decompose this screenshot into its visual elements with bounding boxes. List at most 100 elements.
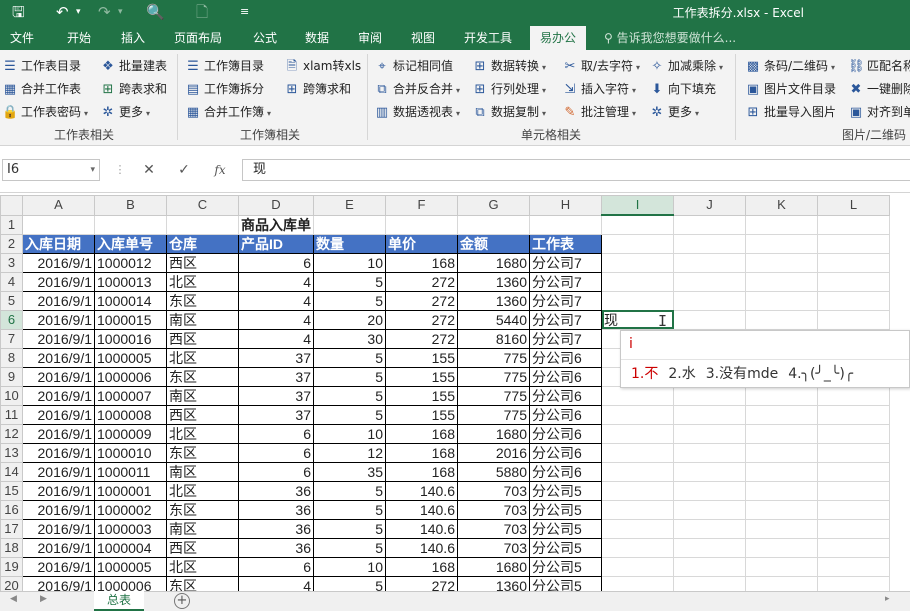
align-to-cell-button[interactable]: ▣ 对齐到单	[848, 102, 910, 122]
cell[interactable]: 1000008	[94, 404, 167, 425]
header-cell[interactable]: 数量	[313, 233, 386, 254]
column-header[interactable]: C	[166, 195, 239, 216]
row-header[interactable]: 19	[0, 556, 23, 577]
cell[interactable]: 2016/9/1	[22, 461, 95, 482]
cell[interactable]: 东区	[166, 442, 239, 463]
cell[interactable]: 1000013	[94, 271, 167, 292]
xlam-to-xls-button[interactable]: 🗎 xlam转xls	[284, 56, 361, 76]
cell[interactable]: 775	[457, 404, 530, 425]
cell[interactable]	[601, 537, 674, 558]
cell[interactable]: 35	[313, 461, 386, 482]
row-header[interactable]: 4	[0, 271, 23, 292]
cell[interactable]: 1680	[457, 252, 530, 273]
cell[interactable]	[817, 461, 890, 482]
cell[interactable]: 36	[238, 480, 314, 501]
cell[interactable]	[817, 423, 890, 444]
cell[interactable]: 东区	[166, 366, 239, 387]
cell[interactable]	[745, 290, 818, 311]
cell[interactable]: 2016/9/1	[22, 480, 95, 501]
cell[interactable]: 272	[385, 328, 458, 349]
cell[interactable]: 2016/9/1	[22, 309, 95, 330]
cell[interactable]: 南区	[166, 385, 239, 406]
cell[interactable]: 5	[313, 537, 386, 558]
cell[interactable]: 4	[238, 290, 314, 311]
header-cell[interactable]: 仓库	[166, 233, 239, 254]
workbook-directory-button[interactable]: ☰ 工作簿目录	[185, 56, 264, 76]
scroll-left-icon[interactable]: ◀	[10, 594, 17, 604]
cell[interactable]	[817, 309, 890, 330]
cell[interactable]: 分公司5	[529, 575, 602, 591]
cell[interactable]	[673, 461, 746, 482]
cell[interactable]: 北区	[166, 423, 239, 444]
cell[interactable]: 1000011	[94, 461, 167, 482]
cell[interactable]	[673, 480, 746, 501]
cell[interactable]: 155	[385, 366, 458, 387]
cell[interactable]: 分公司5	[529, 537, 602, 558]
cell[interactable]: 5	[313, 518, 386, 539]
cell[interactable]: 2016/9/1	[22, 575, 95, 591]
fill-down-button[interactable]: ⬇ 向下填充	[649, 79, 716, 99]
cell[interactable]: 36	[238, 518, 314, 539]
tab-home[interactable]: 开始	[59, 26, 99, 50]
cell[interactable]	[745, 233, 818, 254]
merge-unmerge-button[interactable]: ⧉ 合并反合并 ▾	[374, 79, 460, 99]
more-sheet-button[interactable]: ✲ 更多 ▾	[100, 102, 150, 122]
cross-sheet-sum-button[interactable]: ⊞ 跨表求和	[100, 79, 167, 99]
column-header[interactable]: L	[817, 195, 890, 216]
cell[interactable]: 分公司5	[529, 499, 602, 520]
cell[interactable]: 1000004	[94, 537, 167, 558]
cell[interactable]	[601, 442, 674, 463]
cell[interactable]: 703	[457, 480, 530, 501]
row-header[interactable]: 15	[0, 480, 23, 501]
cell[interactable]	[745, 499, 818, 520]
cell[interactable]: 西区	[166, 537, 239, 558]
cell[interactable]: 6	[238, 442, 314, 463]
cell[interactable]: 37	[238, 385, 314, 406]
cell[interactable]: 20	[313, 309, 386, 330]
cell[interactable]: 5	[313, 575, 386, 591]
cell[interactable]: 1680	[457, 423, 530, 444]
cell[interactable]: 北区	[166, 347, 239, 368]
cell[interactable]: 140.6	[385, 537, 458, 558]
cell[interactable]: 1000009	[94, 423, 167, 444]
cell[interactable]: 1000003	[94, 518, 167, 539]
sheet-tab-main[interactable]: 总表	[94, 591, 144, 611]
cell[interactable]	[673, 309, 746, 330]
cell[interactable]	[601, 461, 674, 482]
cell[interactable]: 4	[238, 271, 314, 292]
cell[interactable]	[22, 214, 95, 235]
cell[interactable]	[817, 385, 890, 406]
cell[interactable]: 5	[313, 271, 386, 292]
cell[interactable]	[673, 252, 746, 273]
cell[interactable]: 272	[385, 271, 458, 292]
cell[interactable]: 西区	[166, 328, 239, 349]
cell[interactable]	[817, 214, 890, 235]
cell[interactable]: 703	[457, 499, 530, 520]
row-header[interactable]: 3	[0, 252, 23, 273]
cell[interactable]: 10	[313, 252, 386, 273]
row-header[interactable]: 18	[0, 537, 23, 558]
cell[interactable]	[745, 404, 818, 425]
ime-candidate[interactable]: 1.不	[631, 366, 658, 382]
cell[interactable]: 分公司7	[529, 252, 602, 273]
cell[interactable]: 东区	[166, 499, 239, 520]
select-all-corner[interactable]	[0, 195, 23, 216]
barcode-qr-button[interactable]: ▩ 条码/二维码 ▾	[745, 56, 835, 76]
cell[interactable]: 12	[313, 442, 386, 463]
cell[interactable]	[817, 537, 890, 558]
batch-create-sheets-button[interactable]: ❖ 批量建表	[100, 56, 167, 76]
cell[interactable]: 36	[238, 537, 314, 558]
cell[interactable]: 1000005	[94, 556, 167, 577]
cell[interactable]	[745, 252, 818, 273]
row-header[interactable]: 17	[0, 518, 23, 539]
cell[interactable]	[673, 214, 746, 235]
cell[interactable]: 5	[313, 366, 386, 387]
tab-view[interactable]: 视图	[403, 26, 443, 50]
cell[interactable]: 东区	[166, 290, 239, 311]
tab-developer[interactable]: 开发工具	[456, 26, 520, 50]
row-header[interactable]: 5	[0, 290, 23, 311]
cross-workbook-sum-button[interactable]: ⊞ 跨簿求和	[284, 79, 351, 99]
cell[interactable]	[601, 499, 674, 520]
cell[interactable]	[817, 575, 890, 591]
cell[interactable]	[601, 214, 674, 235]
